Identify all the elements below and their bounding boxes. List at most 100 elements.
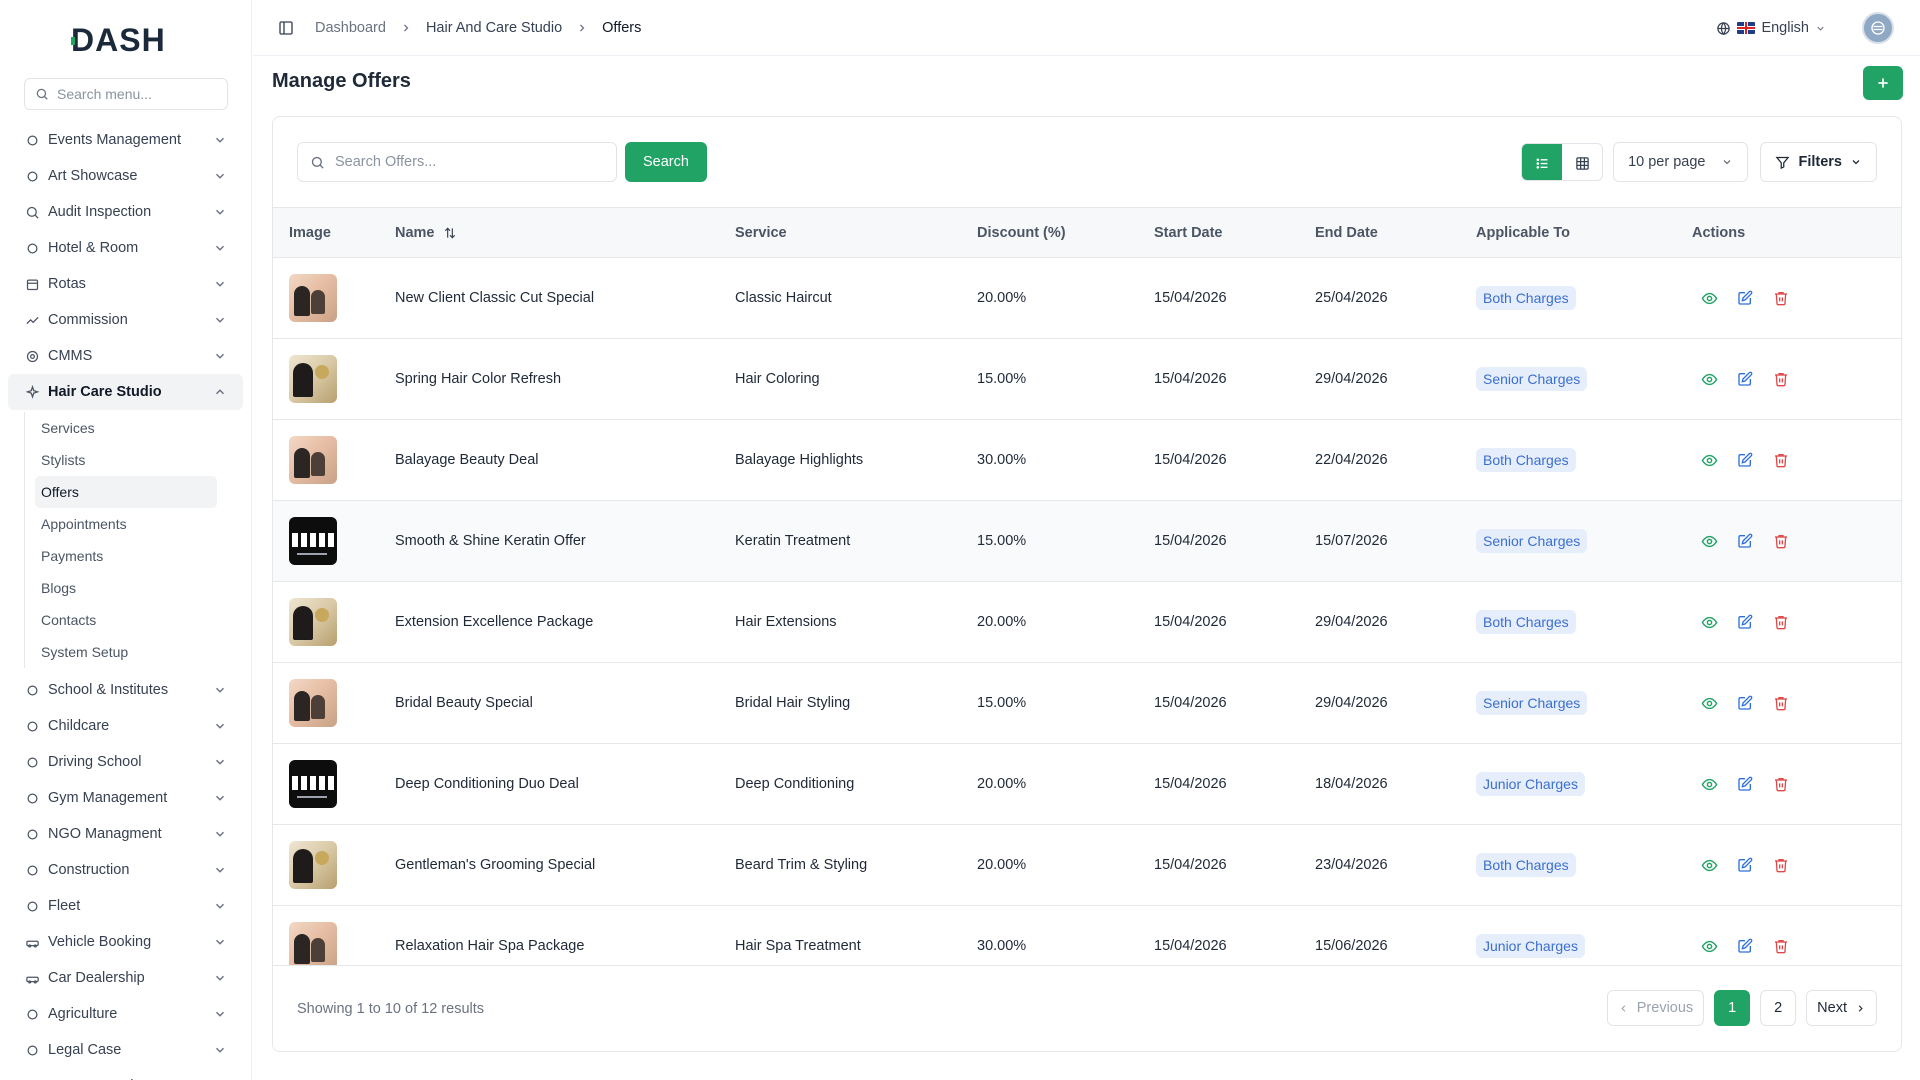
sidebar-subitem-blogs[interactable]: Blogs (35, 572, 217, 604)
sidebar-item-agriculture[interactable]: Agriculture (8, 996, 243, 1032)
sidebar-search[interactable] (24, 78, 228, 110)
sidebar-item-tour-travel[interactable]: Tour & Travel (8, 1068, 243, 1080)
language-selector[interactable]: English (1716, 20, 1826, 36)
page-2-button[interactable]: 2 (1760, 990, 1797, 1026)
sidebar-subitem-services[interactable]: Services (35, 412, 217, 444)
tractor-icon (24, 1006, 40, 1022)
view-icon[interactable] (1700, 856, 1718, 874)
sidebar-item-ngo-managment[interactable]: NGO Managment (8, 816, 243, 852)
offer-start-date: 15/04/2026 (1154, 695, 1227, 711)
edit-icon[interactable] (1736, 856, 1754, 874)
view-icon[interactable] (1700, 532, 1718, 550)
sidebar-subitem-payments[interactable]: Payments (35, 540, 217, 572)
wheel-icon (24, 754, 40, 770)
sidebar-subitem-offers[interactable]: Offers (35, 476, 217, 508)
chevron-down-icon (215, 353, 225, 359)
col-discount: Discount (%) (977, 224, 1066, 241)
view-icon[interactable] (1700, 937, 1718, 955)
offers-search-input[interactable] (335, 154, 595, 170)
offer-discount: 20.00% (977, 776, 1027, 792)
sidebar-subitem-appointments[interactable]: Appointments (35, 508, 217, 540)
sidebar-toggle-button[interactable] (275, 17, 297, 39)
sidebar-item-commission[interactable]: Commission (8, 302, 243, 338)
edit-icon[interactable] (1736, 289, 1754, 307)
search-button[interactable]: Search (625, 142, 707, 182)
list-view-button[interactable] (1522, 144, 1563, 180)
view-icon[interactable] (1700, 613, 1718, 631)
sparkle-icon (24, 384, 40, 400)
view-icon[interactable] (1700, 694, 1718, 712)
chevron-down-icon (215, 1011, 225, 1017)
sidebar-item-label: Hotel & Room (48, 240, 139, 256)
sidebar-item-legal-case[interactable]: Legal Case (8, 1032, 243, 1068)
edit-icon[interactable] (1736, 532, 1754, 550)
sidebar-item-label: Fleet (48, 898, 81, 914)
delete-icon[interactable] (1772, 856, 1790, 874)
offer-thumbnail (289, 841, 337, 889)
delete-icon[interactable] (1772, 370, 1790, 388)
dash-logo[interactable]: DASH (0, 0, 251, 78)
sidebar-item-art-showcase[interactable]: Art Showcase (8, 158, 243, 194)
delete-icon[interactable] (1772, 937, 1790, 955)
edit-icon[interactable] (1736, 694, 1754, 712)
edit-icon[interactable] (1736, 775, 1754, 793)
view-icon[interactable] (1700, 370, 1718, 388)
add-offer-button[interactable] (1863, 66, 1903, 100)
view-icon[interactable] (1700, 289, 1718, 307)
edit-icon[interactable] (1736, 613, 1754, 631)
per-page-select[interactable]: 10 per page (1613, 142, 1749, 182)
offer-end-date: 15/07/2026 (1315, 533, 1388, 549)
previous-page-button[interactable]: Previous (1606, 990, 1705, 1026)
next-page-button[interactable]: Next (1806, 990, 1877, 1026)
sidebar-item-audit-inspection[interactable]: Audit Inspection (8, 194, 243, 230)
chevron-right-icon (1858, 1004, 1863, 1012)
offers-table: Image Name Service Discount (%) Start Da… (273, 207, 1901, 987)
edit-icon[interactable] (1736, 370, 1754, 388)
edit-icon[interactable] (1736, 451, 1754, 469)
delete-icon[interactable] (1772, 289, 1790, 307)
avatar[interactable] (1862, 12, 1894, 44)
sidebar-item-cmms[interactable]: CMMS (8, 338, 243, 374)
filters-button[interactable]: Filters (1760, 142, 1877, 182)
view-icon[interactable] (1700, 775, 1718, 793)
sidebar-item-construction[interactable]: Construction (8, 852, 243, 888)
sidebar-subitem-system-setup[interactable]: System Setup (35, 636, 217, 668)
grid-view-button[interactable] (1562, 144, 1602, 180)
sidebar-item-fleet[interactable]: Fleet (8, 888, 243, 924)
view-toggle (1521, 143, 1604, 181)
sidebar-item-school-institutes[interactable]: School & Institutes (8, 672, 243, 708)
sidebar-item-childcare[interactable]: Childcare (8, 708, 243, 744)
row-actions (1692, 856, 1901, 874)
delete-icon[interactable] (1772, 694, 1790, 712)
delete-icon[interactable] (1772, 532, 1790, 550)
page-1-button[interactable]: 1 (1714, 990, 1751, 1026)
sidebar-item-hair-care-studio[interactable]: Hair Care Studio (8, 374, 243, 410)
breadcrumb-hair-and-care-studio[interactable]: Hair And Care Studio (426, 20, 562, 36)
sidebar-item-rotas[interactable]: Rotas (8, 266, 243, 302)
delete-icon[interactable] (1772, 775, 1790, 793)
palette-icon (24, 168, 40, 184)
trend-icon (24, 312, 40, 328)
col-image: Image (289, 224, 331, 241)
sort-icon[interactable] (443, 226, 457, 240)
breadcrumb-dashboard[interactable]: Dashboard (315, 20, 386, 36)
sidebar-item-events-management[interactable]: Events Management (8, 122, 243, 158)
sidebar-subitem-stylists[interactable]: Stylists (35, 444, 217, 476)
offers-search[interactable] (297, 142, 617, 182)
sidebar-search-input[interactable] (57, 86, 227, 102)
edit-icon[interactable] (1736, 937, 1754, 955)
delete-icon[interactable] (1772, 613, 1790, 631)
sidebar-item-vehicle-booking[interactable]: Vehicle Booking (8, 924, 243, 960)
sidebar-item-car-dealership[interactable]: Car Dealership (8, 960, 243, 996)
view-icon[interactable] (1700, 451, 1718, 469)
col-name[interactable]: Name (395, 208, 735, 258)
sidebar-item-driving-school[interactable]: Driving School (8, 744, 243, 780)
school-icon (24, 682, 40, 698)
delete-icon[interactable] (1772, 451, 1790, 469)
sidebar-item-hotel-room[interactable]: Hotel & Room (8, 230, 243, 266)
sidebar-item-gym-management[interactable]: Gym Management (8, 780, 243, 816)
sidebar-subitem-contacts[interactable]: Contacts (35, 604, 217, 636)
applicable-badge: Senior Charges (1476, 367, 1588, 391)
chevron-down-icon (215, 975, 225, 981)
list-icon (1536, 157, 1548, 169)
